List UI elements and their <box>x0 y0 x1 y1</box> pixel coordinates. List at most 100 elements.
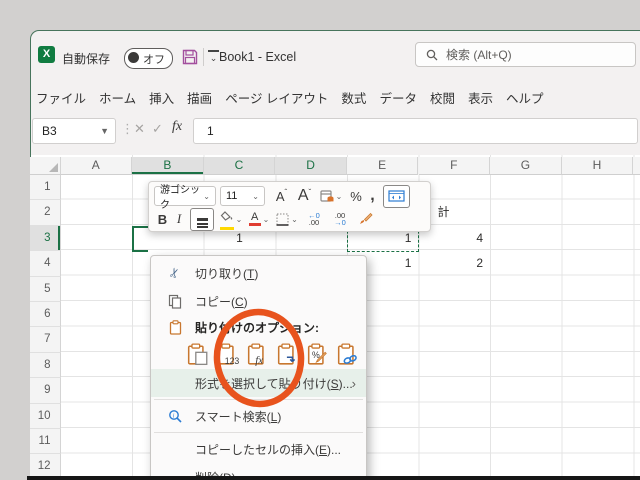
borders-button[interactable]: ⌄ <box>273 209 301 230</box>
row-header-4[interactable]: 4 <box>30 251 61 277</box>
paste-options-label-row: 貼り付けのオプション: <box>151 315 366 339</box>
tab-4[interactable]: ページ レイアウト <box>225 88 328 107</box>
confirm-entry-icon[interactable]: ✓ <box>152 121 163 137</box>
search-placeholder: 検索 (Alt+Q) <box>446 48 512 62</box>
paste-values-icon: 123 <box>217 342 239 365</box>
svg-text:123: 123 <box>225 355 239 365</box>
context-menu-item-paste-special[interactable]: 形式を選択して貼り付け(S)... › <box>151 369 366 397</box>
paste-button[interactable] <box>187 342 209 366</box>
fill-color-icon <box>219 208 234 230</box>
cancel-entry-icon[interactable]: ✕ <box>134 121 145 137</box>
column-header-C[interactable]: C <box>203 157 276 175</box>
fill-color-button[interactable]: ⌄ <box>217 209 245 230</box>
window-title: Book1 - Excel <box>219 50 297 64</box>
tab-5[interactable]: 数式 <box>341 88 366 107</box>
tab-8[interactable]: 表示 <box>468 88 493 107</box>
font-size-combo[interactable]: 11 ⌄ <box>220 186 265 206</box>
font-name-value: 游ゴシック <box>160 185 200 211</box>
row-header-1[interactable]: 1 <box>30 175 61 201</box>
column-header-E[interactable]: E <box>346 157 419 175</box>
row-header-5[interactable]: 5 <box>30 276 61 302</box>
format-icon <box>320 189 334 202</box>
save-icon <box>182 49 198 65</box>
decrease-font-button[interactable]: Aˇ <box>293 186 316 207</box>
column-header-A[interactable]: A <box>60 157 133 175</box>
font-color-button[interactable]: A ⌄ <box>245 209 273 230</box>
formula-value: 1 <box>207 124 214 138</box>
insert-function-icon[interactable]: fx <box>172 119 182 135</box>
row-header-2[interactable]: 2 <box>30 200 61 226</box>
tab-7[interactable]: 校閲 <box>430 88 455 107</box>
autosave-toggle[interactable]: オフ <box>124 48 173 69</box>
tab-9[interactable]: ヘルプ <box>506 88 544 107</box>
name-box[interactable]: B3 ▼ <box>32 118 116 144</box>
context-menu-item-cut[interactable]: ✂ 切り取り(T) <box>151 259 366 287</box>
scissors-icon: ✂ <box>165 265 184 281</box>
row-header-7[interactable]: 7 <box>30 327 61 353</box>
column-header-B[interactable]: B <box>132 157 204 175</box>
formula-input[interactable]: 1 <box>193 118 638 144</box>
paste-link-icon <box>337 342 357 365</box>
name-box-chevron-icon: ▼ <box>100 126 109 136</box>
excel-app-icon: X <box>38 46 55 63</box>
row-header-8[interactable]: 8 <box>30 352 61 379</box>
format-painter-button[interactable] <box>353 209 377 230</box>
comma-style-button[interactable]: , <box>366 186 379 207</box>
paste-link-button[interactable] <box>337 342 359 366</box>
row-header-6[interactable]: 6 <box>30 302 61 328</box>
borders-icon <box>276 213 289 226</box>
context-menu-item-smart-lookup[interactable]: i スマート検索(L) <box>151 402 366 430</box>
grid-cell-F4[interactable]: 2 <box>419 251 491 276</box>
column-header-F[interactable]: F <box>418 157 491 175</box>
row-header-11[interactable]: 11 <box>30 429 61 455</box>
paste-values-button[interactable]: 123 <box>217 342 239 366</box>
row-header-3[interactable]: 3 <box>30 225 61 252</box>
column-header-H[interactable]: H <box>561 157 634 175</box>
column-header-D[interactable]: D <box>275 157 347 175</box>
decrease-decimal-button[interactable]: .00 →0 <box>327 209 353 230</box>
select-all-triangle-icon <box>48 163 58 172</box>
context-menu: ✂ 切り取り(T) コピー(C) 貼り付けのオプション: 123 fx % 形式… <box>150 255 367 480</box>
bold-button[interactable]: B <box>154 209 171 230</box>
ribbon-tabs: ファイル ホーム 挿入 描画 ページ レイアウト 数式 データ 校閲 表示 ヘルプ <box>36 88 544 107</box>
submenu-arrow-icon: › <box>351 375 356 391</box>
row-header-9[interactable]: 9 <box>30 378 61 404</box>
tab-1[interactable]: ホーム <box>99 88 136 107</box>
increase-font-button[interactable]: Aˆ <box>270 186 293 207</box>
paste-transpose-icon <box>277 342 296 365</box>
paste-values-formatting-button[interactable]: % <box>307 342 329 366</box>
menu-separator <box>154 432 363 433</box>
percent-style-button[interactable]: % <box>346 186 366 207</box>
paste-transpose-button[interactable] <box>277 342 299 366</box>
search-box[interactable]: 検索 (Alt+Q) <box>415 42 636 67</box>
paste-formulas-button[interactable]: fx <box>247 342 269 366</box>
quick-access-dropdown[interactable]: ⌄ <box>208 50 219 64</box>
context-menu-item-copy[interactable]: コピー(C) <box>151 287 366 315</box>
context-menu-item-insert-copied-cells[interactable]: コピーしたセルの挿入(E)... <box>151 435 366 463</box>
column-header-G[interactable]: G <box>490 157 562 175</box>
save-button[interactable] <box>180 47 200 67</box>
tab-2[interactable]: 挿入 <box>149 88 174 107</box>
smart-lookup-icon: i <box>163 409 187 424</box>
copy-icon <box>163 294 187 309</box>
tab-3[interactable]: 描画 <box>187 88 212 107</box>
select-all-corner[interactable] <box>30 157 61 175</box>
center-align-button[interactable] <box>190 207 214 231</box>
merge-center-button[interactable] <box>383 184 410 208</box>
screen: X 自動保存 オフ ⌄ Book1 - Excel 検索 (Alt+Q) ファイ… <box>0 0 640 480</box>
tab-0[interactable]: ファイル <box>36 88 86 107</box>
paste-values-formatting-icon: % <box>307 342 327 365</box>
paste-options-row: 123 fx % <box>151 339 366 369</box>
paste-formulas-icon: fx <box>247 342 264 366</box>
font-name-combo[interactable]: 游ゴシック ⌄ <box>154 185 216 211</box>
format-dialog-button[interactable]: ⌄ <box>316 186 346 207</box>
italic-button[interactable]: I <box>171 209 187 230</box>
row-header-10[interactable]: 10 <box>30 403 61 429</box>
titlebar-divider <box>203 48 204 66</box>
increase-decimal-button[interactable]: ←0.00 <box>301 209 327 230</box>
menu-separator <box>154 399 363 400</box>
svg-text:i: i <box>172 412 174 419</box>
tab-6[interactable]: データ <box>379 88 417 107</box>
paste-icon <box>187 342 208 365</box>
column-header-clipped[interactable] <box>633 157 640 175</box>
